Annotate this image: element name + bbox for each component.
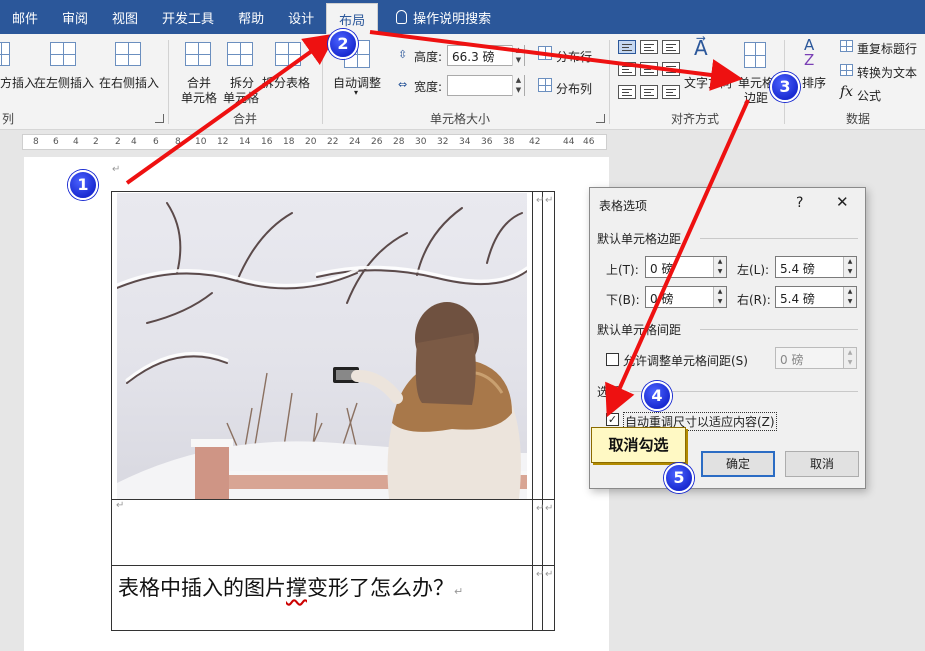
step-badge-2: 2	[328, 29, 358, 59]
step-badge-4: 4	[642, 381, 672, 411]
arrow-1-to-2	[127, 38, 330, 183]
step-badge-5: 5	[664, 463, 694, 493]
step-badge-3: 3	[770, 72, 800, 102]
step-badge-1: 1	[68, 170, 98, 200]
arrow-2-to-3	[370, 32, 735, 78]
arrow-3-to-4	[610, 100, 748, 410]
